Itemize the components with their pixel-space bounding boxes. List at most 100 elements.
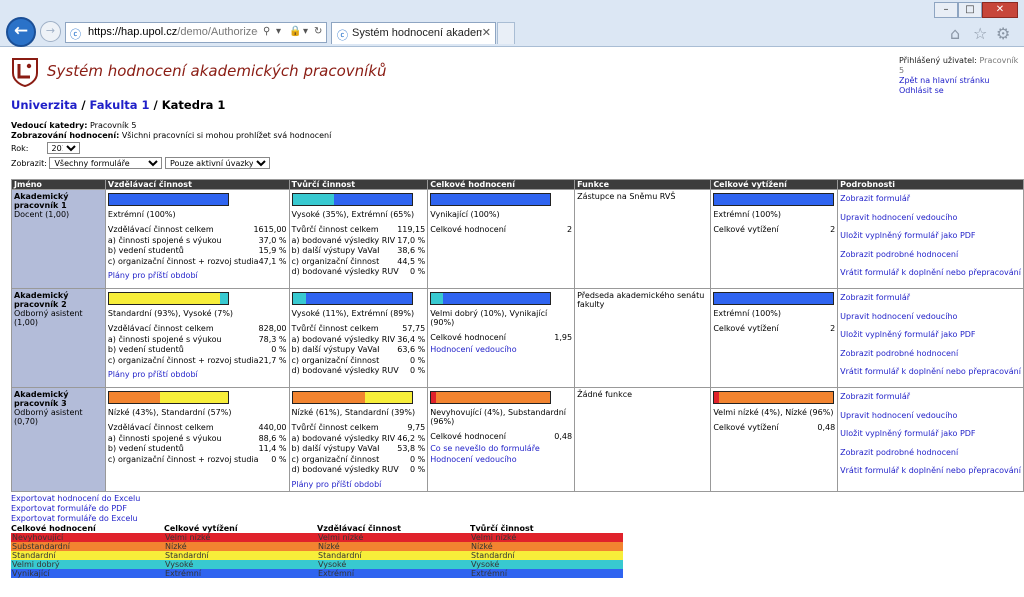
rating-text: Vysoké (11%), Extrémní (89%): [291, 309, 415, 318]
legend-column: Vzdělávací činnost Velmi nízké Nízké Standa…: [317, 524, 470, 578]
dropdown-icon[interactable]: ▾: [276, 26, 281, 37]
metric-label: b) další výstupy VaVaI: [291, 345, 380, 354]
export-ratings-excel-link[interactable]: Exportovat hodnocení do Excelu: [11, 494, 140, 503]
rating-bar-segment: [431, 194, 551, 205]
metric-value: 78,3 %: [258, 334, 287, 344]
overall-link[interactable]: Co se nevešlo do formuláře: [430, 444, 540, 453]
head-label: Vedoucí katedry:: [11, 121, 88, 130]
header-overall[interactable]: Celkové hodnocení: [427, 179, 576, 190]
close-window-icon[interactable]: ✕: [982, 2, 1018, 18]
creative-cell: Nízké (61%), Standardní (39%) Tvůrčí činn…: [288, 387, 429, 492]
refresh-icon[interactable]: ↻: [314, 26, 322, 37]
breadcrumb-department: Katedra 1: [161, 98, 226, 112]
metric-row: d) bodované výsledky RUV 0 %: [292, 366, 426, 377]
metric-label: b) vedení studentů: [107, 444, 184, 453]
maximize-icon[interactable]: □: [958, 2, 982, 18]
detail-link[interactable]: Zobrazit formulář: [840, 388, 1021, 407]
plans-link[interactable]: Plány pro příští období: [292, 480, 382, 489]
forms-select[interactable]: Všechny formuláře: [49, 157, 163, 169]
metric-row: b) vedení studentů 15,9 %: [108, 246, 287, 257]
table-header-row: Jméno Vzdělávací činnost Tvůrčí činnost …: [11, 179, 1024, 190]
worker-cell: Akademický pracovník 2 Odborný asistent (…: [11, 288, 106, 388]
rating-bar-segment: [719, 392, 834, 403]
detail-link[interactable]: Vrátit formulář k doplnění nebo přepraco…: [840, 363, 1021, 382]
department-meta: Vedoucí katedry: Pracovník 5 Zobrazování…: [11, 121, 331, 140]
filters: Rok: 2015 Zobrazit: Všechny formuláře Po…: [11, 142, 270, 170]
header-creative[interactable]: Tvůrčí činnost: [288, 179, 429, 190]
export-forms-excel-link[interactable]: Exportovat formuláře do Excelu: [11, 514, 138, 523]
detail-link[interactable]: Uložit vyplněný formulář jako PDF: [840, 425, 1021, 444]
header-workload[interactable]: Celkové vytížení: [710, 179, 839, 190]
detail-link[interactable]: Zobrazit formulář: [840, 289, 1021, 308]
legend-title: Celkové vytížení: [164, 524, 238, 533]
metric-label: Vzdělávací činnost celkem: [107, 423, 214, 432]
metric-label: b) další výstupy VaVaI: [291, 246, 380, 255]
metric-row: c) organizační činnost + rozvoj studia 21…: [108, 356, 287, 367]
overall-link[interactable]: Hodnocení vedoucího: [430, 455, 516, 464]
minimize-icon[interactable]: –: [934, 2, 958, 18]
search-icon[interactable]: ⚲: [263, 26, 270, 37]
favorites-star-icon[interactable]: ☆: [973, 24, 987, 43]
legend-item: Standardní: [317, 551, 470, 560]
back-arrow-icon[interactable]: ←: [6, 17, 36, 47]
export-forms-pdf-link[interactable]: Exportovat formuláře do PDF: [11, 504, 127, 513]
detail-link[interactable]: Vrátit formulář k doplnění nebo přepraco…: [840, 264, 1021, 283]
dropdown-icon[interactable]: ▾: [303, 26, 308, 37]
metric-row: a) činnosti spojené s výukou 78,3 %: [108, 335, 287, 346]
overall-link[interactable]: Hodnocení vedoucího: [430, 345, 516, 354]
creative-cell: Vysoké (11%), Extrémní (89%) Tvůrčí činno…: [288, 288, 429, 388]
address-bar[interactable]: ⓒ https://hap.upol.cz/demo/Authorized/\ …: [65, 22, 327, 43]
header-function[interactable]: Funkce: [574, 179, 712, 190]
visibility-label: Zobrazování hodnocení:: [11, 130, 120, 140]
year-select[interactable]: 2015: [46, 142, 80, 154]
header-details[interactable]: Podrobnosti: [837, 179, 1024, 190]
forward-arrow-icon[interactable]: →: [40, 21, 61, 42]
metric-value: 119,15: [397, 225, 426, 234]
detail-link[interactable]: Zobrazit podrobné hodnocení: [840, 444, 1021, 463]
rating-bar-segment: [108, 293, 220, 304]
gear-icon[interactable]: ⚙: [996, 24, 1010, 43]
metric-value: 1,95: [554, 333, 573, 342]
browser-tab[interactable]: ⓒ Systém hodnocení akademi... ✕: [331, 22, 496, 44]
home-icon[interactable]: ⌂: [950, 24, 960, 43]
logout-link[interactable]: Odhlásit se: [899, 86, 944, 95]
detail-link[interactable]: Zobrazit podrobné hodnocení: [840, 345, 1021, 364]
metric-row: c) organizační činnost + rozvoj studia 0 …: [108, 455, 287, 466]
detail-link[interactable]: Upravit hodnocení vedoucího: [840, 209, 1021, 228]
detail-link[interactable]: Uložit vyplněný formulář jako PDF: [840, 227, 1021, 246]
header-name[interactable]: Jméno: [11, 179, 106, 190]
contracts-select[interactable]: Pouze aktivní úvazky: [165, 157, 270, 169]
detail-link[interactable]: Upravit hodnocení vedoucího: [840, 308, 1021, 327]
rating-bar: [430, 391, 552, 404]
url-text[interactable]: https://hap.upol.cz/demo/Authorized/\: [88, 26, 258, 40]
plans-link[interactable]: Plány pro příští období: [108, 271, 198, 280]
metric-value: 17,0 %: [397, 235, 426, 245]
metric-label: Celkové vytížení: [713, 423, 779, 432]
app-title: Systém hodnocení akademických pracovníků: [47, 62, 387, 80]
close-tab-icon[interactable]: ✕: [482, 26, 491, 39]
breadcrumb-faculty[interactable]: Fakulta 1: [90, 98, 150, 112]
rating-bar: [291, 292, 413, 305]
detail-link[interactable]: Uložit vyplněný formulář jako PDF: [840, 326, 1021, 345]
workload-cell: Extrémní (100%) Celkové vytížení 2: [710, 288, 839, 388]
legend-item: Standardní: [470, 551, 623, 560]
detail-link[interactable]: Upravit hodnocení vedoucího: [840, 407, 1021, 426]
breadcrumb-university[interactable]: Univerzita: [11, 98, 77, 112]
new-tab-button[interactable]: [497, 22, 515, 44]
detail-link[interactable]: Zobrazit formulář: [840, 190, 1021, 209]
detail-link[interactable]: Vrátit formulář k doplnění nebo přepraco…: [840, 462, 1021, 481]
function-text: Žádné funkce: [577, 390, 633, 399]
plans-link[interactable]: Plány pro příští období: [108, 370, 198, 379]
metric-value: 0 %: [409, 355, 426, 365]
table-row: Akademický pracovník 2 Odborný asistent (…: [11, 288, 1024, 388]
detail-link[interactable]: Zobrazit podrobné hodnocení: [840, 246, 1021, 265]
metric-label: Tvůrčí činnost celkem: [291, 324, 379, 333]
metric-value: 2: [567, 225, 573, 234]
home-link[interactable]: Zpět na hlavní stránku: [899, 76, 989, 85]
header-education[interactable]: Vzdělávací činnost: [104, 179, 290, 190]
metric-value: 0 %: [409, 366, 426, 375]
metric-row: c) organizační činnost + rozvoj studia 47…: [108, 257, 287, 268]
ie-favicon-icon: ⓒ: [70, 28, 81, 41]
function-cell: Předseda akademického senátu fakulty: [574, 288, 712, 388]
metric-value: 46,2 %: [397, 433, 426, 443]
